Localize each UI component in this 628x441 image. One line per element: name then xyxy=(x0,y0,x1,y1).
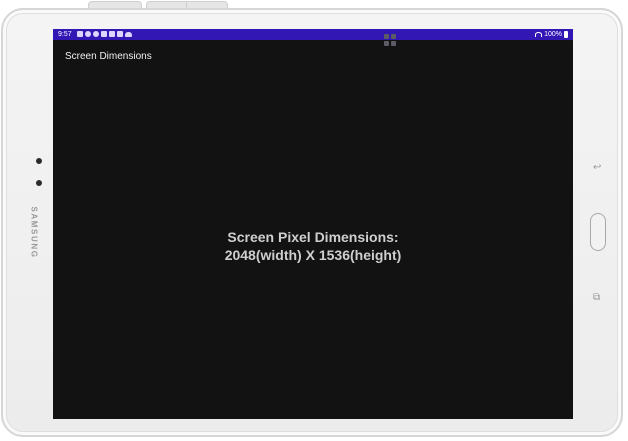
tablet-mockup: SAMSUNG ↩ ⧉ 9:57 100% Screen Dimensions … xyxy=(0,0,628,441)
brand-text: SAMSUNG xyxy=(29,205,39,259)
device-screen: 9:57 100% Screen Dimensions Screen Pixel… xyxy=(53,29,573,419)
status-right-group: 100% xyxy=(535,29,568,40)
brand-logo: SAMSUNG xyxy=(27,202,41,262)
mail-icon xyxy=(109,31,115,37)
light-sensor-icon xyxy=(36,180,42,186)
dimensions-label: Screen Pixel Dimensions: xyxy=(227,229,399,245)
dimensions-value: 2048(width) X 1536(height) xyxy=(224,247,402,263)
settings-icon xyxy=(93,31,99,37)
dimensions-readout: Screen Pixel Dimensions: 2048(width) X 1… xyxy=(53,228,573,264)
app-title: Screen Dimensions xyxy=(65,51,152,62)
mail-icon xyxy=(117,31,123,37)
home-button[interactable] xyxy=(590,213,606,251)
cloud-sync-icon xyxy=(85,31,91,37)
back-key-icon[interactable]: ↩ xyxy=(593,163,601,173)
mail-icon xyxy=(101,31,107,37)
status-bar: 9:57 100% xyxy=(53,29,573,40)
app-grid-icon[interactable] xyxy=(383,33,399,49)
status-time: 9:57 xyxy=(58,31,72,38)
notification-icons xyxy=(77,31,132,37)
battery-icon xyxy=(564,31,568,38)
battery-percent: 100% xyxy=(544,31,562,38)
wifi-icon xyxy=(535,32,543,37)
weather-cloud-icon xyxy=(125,32,132,37)
recent-apps-key-icon[interactable]: ⧉ xyxy=(593,293,600,303)
messages-icon xyxy=(77,31,83,37)
front-camera-icon xyxy=(36,158,42,164)
